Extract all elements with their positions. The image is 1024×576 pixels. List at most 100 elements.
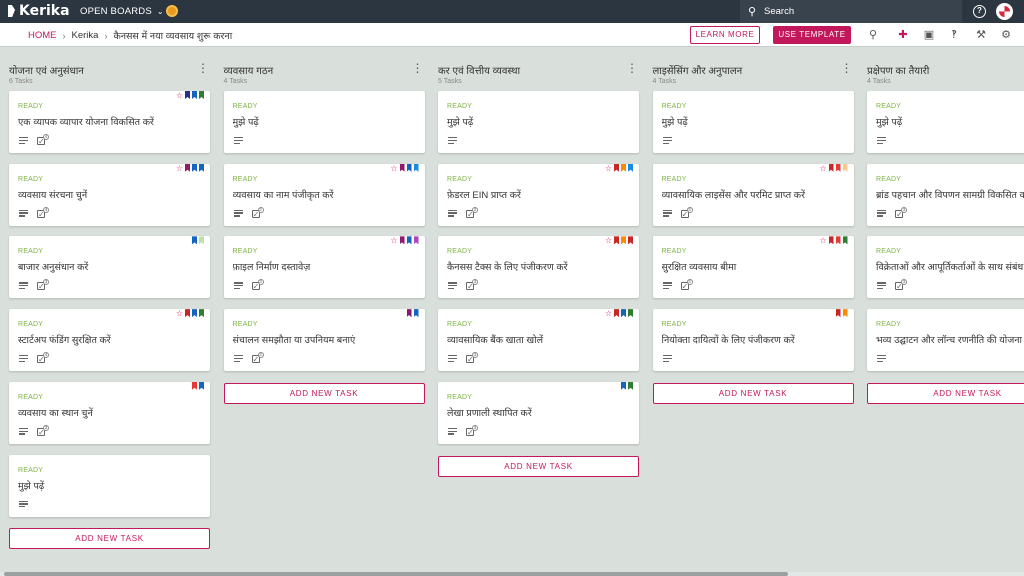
kerika-logo[interactable]: Kerika (8, 3, 70, 19)
help-icon[interactable]: ? (973, 5, 986, 18)
task-card[interactable]: ☆ READY कैनसस टैक्स के लिए पंजीकरण करें ✓ 3 (438, 236, 639, 299)
card-status: READY (661, 248, 687, 256)
breadcrumb-home[interactable]: HOME (28, 30, 57, 41)
scrollbar-thumb[interactable] (4, 572, 788, 576)
task-card[interactable]: READY मुझे पढ़ें (438, 91, 639, 153)
add-user-icon[interactable]: ✚ (896, 28, 910, 42)
card-tags: ☆ (176, 91, 204, 100)
checklist-count: 3 (43, 279, 49, 286)
task-card[interactable]: ☆ READY व्यवसाय संरचना चुनें ✓ 4 (9, 163, 210, 226)
breadcrumb-account[interactable]: Kerika (72, 30, 99, 41)
card-tags: ☆ (819, 236, 848, 245)
column-title: व्यवसाय गठन (223, 66, 274, 77)
column-task-count: 6 Tasks (9, 78, 33, 85)
add-new-task-button[interactable]: ADD NEW TASK (438, 455, 639, 477)
sun-icon[interactable] (166, 5, 178, 17)
tag-flag-icon (199, 381, 204, 390)
task-card[interactable]: ☆ READY स्टार्टअप फंडिंग सुरक्षित करें ✓ 4 (9, 309, 210, 372)
tag-flag-icon (828, 236, 834, 245)
attachment-icon[interactable]: ‽ (947, 28, 961, 42)
search-input[interactable] (764, 4, 954, 19)
description-icon (19, 137, 28, 144)
card-title: संचालन समझौता या उपनियम बनाएं (232, 335, 356, 347)
description-icon (662, 282, 672, 290)
user-avatar[interactable] (996, 3, 1013, 20)
add-new-task-button[interactable]: ADD NEW TASK (867, 382, 1024, 404)
column-header[interactable]: लाइसेंसिंग और अनुपालन 4 Tasks ⋮ (653, 62, 853, 85)
search-box[interactable]: ⚲ (740, 0, 962, 23)
task-card[interactable]: READY व्यवसाय का स्थान चुनें ✓ 3 (9, 381, 210, 444)
task-card[interactable]: ☆ READY एक व्यापक व्यापार योजना विकसित करे… (9, 91, 210, 153)
checklist-icon: ✓ 3 (895, 206, 907, 219)
task-card[interactable]: READY मुझे पढ़ें (223, 91, 425, 153)
task-card[interactable]: READY संचालन समझौता या उपनियम बनाएं ✓ 3 (223, 309, 425, 372)
card-title: मुझे पढ़ें (18, 480, 45, 492)
card-status: READY (876, 321, 902, 329)
column-header[interactable]: प्रक्षेपण का तैयारी4 Tasks⋮ (867, 63, 1024, 85)
task-card[interactable]: ☆ READY व्यवसाय का नाम पंजीकृत करें ✓ 2 (223, 163, 425, 226)
card-title: व्यवसाय का नाम पंजीकृत करें (232, 189, 334, 201)
task-card[interactable]: ☆ READY फ़ाइल निर्माण दस्तावेज़ ✓ 3 (223, 236, 425, 299)
task-card[interactable]: READY मुझे पढ़ें (9, 454, 210, 517)
task-card[interactable]: READY बाजार अनुसंधान करें ✓ 3 (9, 236, 210, 299)
card-title: नियोक्ता दायित्वों के लिए पंजीकरण करें (661, 335, 795, 347)
tag-flag-icon (614, 236, 619, 245)
task-card[interactable]: READY लेखा प्रणाली स्थापित करें ✓ 3 (438, 381, 639, 444)
board-column: व्यवसाय गठन 4 Tasks ⋮ READY मुझे पढ़ें ☆ READY… (215, 47, 425, 572)
open-boards-menu[interactable]: OPEN BOARDS ⌄ (80, 6, 164, 17)
column-header[interactable]: योजना एवं अनुसंधान 6 Tasks ⋮ (9, 62, 209, 85)
task-card[interactable]: READY नियोक्ता दायित्वों के लिए पंजीकरण क… (652, 309, 854, 372)
learn-more-button[interactable]: LEARN MORE (690, 26, 760, 44)
add-new-task-button[interactable]: ADD NEW TASK (652, 382, 854, 404)
task-card[interactable]: READY मुझे पढ़ें (867, 91, 1024, 153)
description-icon (662, 137, 672, 144)
add-new-task-button[interactable]: ADD NEW TASK (223, 382, 425, 404)
tag-flag-icon (199, 163, 204, 172)
board-column: प्रक्षेपण का तैयारी4 Tasks⋮ READY मुझे पढ़… (858, 47, 1024, 572)
tag-flag-icon (413, 163, 419, 172)
gear-icon[interactable]: ⚙ (999, 28, 1013, 42)
task-card[interactable]: READY विक्रेताओं और आपूर्तिकर्ताओं के साथ… (867, 236, 1024, 299)
card-status: READY (18, 466, 44, 474)
wrench-icon[interactable]: ⚒ (974, 28, 988, 42)
checklist-icon: ✓ 3 (466, 279, 478, 292)
task-card[interactable]: ☆ READY व्यावसायिक लाइसेंस और परमिट प्राप्… (652, 163, 854, 226)
checklist-count: 3 (472, 279, 478, 286)
add-new-task-button[interactable]: ADD NEW TASK (9, 528, 210, 550)
card-status: READY (232, 321, 258, 329)
use-template-button[interactable]: USE TEMPLATE (773, 26, 851, 44)
search-icon[interactable]: ⚲ (866, 28, 880, 42)
more-vertical-icon[interactable]: ⋮ (197, 62, 209, 74)
task-card[interactable]: ☆ READY फ़ेडरल EIN प्राप्त करें ✓ 2 (438, 163, 639, 226)
chat-icon[interactable]: ▣ (922, 28, 936, 42)
tag-flag-icon (621, 236, 626, 245)
task-card[interactable]: ☆ READY व्यावसायिक बैंक खाता खोलें ✓ 3 (438, 309, 639, 372)
card-tags: ☆ (819, 163, 848, 173)
task-card[interactable]: ☆ READY सुरक्षित व्यवसाय बीमा ✓ 3 (652, 236, 854, 299)
search-icon: ⚲ (748, 6, 757, 18)
task-card[interactable]: READY ब्रांड पहचान और विपणन सामग्री विकसि… (867, 163, 1024, 226)
more-vertical-icon[interactable]: ⋮ (626, 62, 638, 74)
more-vertical-icon[interactable]: ⋮ (412, 62, 424, 74)
more-vertical-icon[interactable]: ⋮ (841, 62, 853, 74)
description-icon (448, 427, 457, 435)
checklist-icon: ✓ 3 (251, 352, 264, 365)
tag-flag-icon (842, 309, 848, 318)
card-status: READY (18, 248, 44, 256)
star-icon: ☆ (604, 309, 612, 319)
horizontal-scrollbar[interactable] (0, 572, 1024, 576)
column-header[interactable]: कर एवं वित्तीय व्यवस्था 5 Tasks ⋮ (438, 62, 638, 85)
tag-flag-icon (406, 163, 412, 172)
tag-flag-icon (185, 91, 190, 99)
task-card[interactable]: READY भव्य उद्घाटन और लॉन्च रणनीति की योज… (867, 309, 1024, 372)
tag-flag-icon (185, 163, 190, 172)
checklist-count: 4 (43, 206, 49, 213)
column-title: योजना एवं अनुसंधान (9, 66, 84, 77)
task-card[interactable]: READY मुझे पढ़ें (652, 91, 854, 153)
column-header[interactable]: व्यवसाय गठन 4 Tasks ⋮ (223, 62, 424, 85)
column-task-count: 4 Tasks (867, 78, 891, 85)
card-title: मुझे पढ़ें (232, 117, 259, 128)
tag-flag-icon (835, 236, 841, 245)
tag-flag-icon (199, 309, 204, 318)
card-title: व्यावसायिक लाइसेंस और परमिट प्राप्त करें (661, 189, 805, 201)
